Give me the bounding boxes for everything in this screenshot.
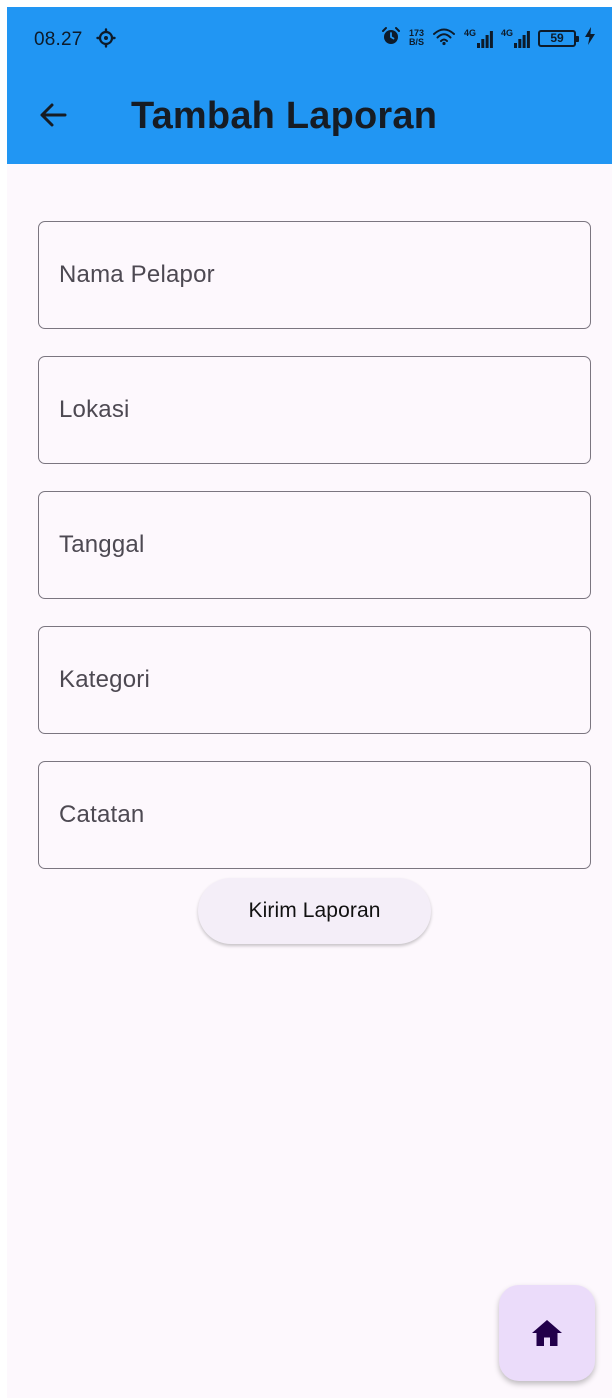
tanggal-label: Tanggal	[59, 531, 145, 558]
catatan-label: Catatan	[59, 801, 145, 828]
network-speed: 173 B/S	[409, 29, 424, 47]
charging-bolt-icon	[584, 26, 596, 51]
alarm-icon	[381, 26, 401, 51]
app-bar: 08.27 173 B/S 4G 4G 59 Tambah Laporan	[7, 7, 612, 164]
screen: 08.27 173 B/S 4G 4G 59 Tambah Laporan Na…	[7, 7, 612, 1398]
sim2-network-type: 4G	[500, 28, 513, 38]
network-speed-unit: B/S	[408, 37, 424, 47]
tanggal-field[interactable]: Tanggal	[38, 491, 591, 599]
home-fab-button[interactable]	[499, 1285, 595, 1381]
wifi-icon	[432, 26, 456, 51]
battery-level: 59	[550, 31, 564, 45]
lokasi-field[interactable]: Lokasi	[38, 356, 591, 464]
lokasi-label: Lokasi	[59, 396, 130, 423]
kategori-field[interactable]: Kategori	[38, 626, 591, 734]
status-icons: 173 B/S 4G 4G 59	[381, 25, 596, 51]
page-title: Tambah Laporan	[131, 95, 438, 137]
status-time: 08.27	[34, 29, 83, 50]
sim2-signal: 4G	[501, 28, 530, 48]
back-button[interactable]	[33, 95, 73, 135]
catatan-field[interactable]: Catatan	[38, 761, 591, 869]
signal-bars-icon	[476, 31, 493, 48]
home-icon	[532, 1320, 562, 1346]
nama-pelapor-label: Nama Pelapor	[59, 261, 215, 288]
battery-indicator: 59	[538, 29, 579, 47]
settings-gear-icon	[96, 28, 116, 48]
signal-bars-icon	[514, 31, 530, 48]
sim1-signal: 4G	[464, 28, 493, 48]
submit-report-button[interactable]: Kirim Laporan	[198, 878, 431, 944]
kategori-label: Kategori	[59, 666, 150, 693]
sim1-network-type: 4G	[463, 28, 476, 38]
nama-pelapor-field[interactable]: Nama Pelapor	[38, 221, 591, 329]
back-arrow-icon	[40, 103, 67, 127]
